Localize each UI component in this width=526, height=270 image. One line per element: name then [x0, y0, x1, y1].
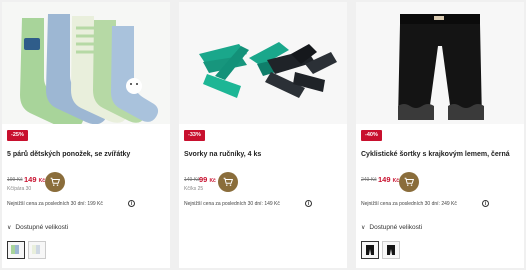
cart-icon — [404, 177, 414, 186]
variant-swatch[interactable] — [7, 241, 25, 259]
discount-badge: -33% — [184, 130, 205, 141]
product-title[interactable]: Cyklistické šortky s krajkovým lemem, če… — [361, 151, 510, 158]
old-price: 249 Kč — [361, 177, 377, 183]
info-icon[interactable]: i — [305, 200, 312, 207]
new-price: 149 Kč — [24, 175, 45, 184]
available-sizes-toggle[interactable]: ∨ Dostupné velikosti — [7, 224, 68, 231]
variant-swatch[interactable] — [382, 241, 400, 259]
add-to-cart-button[interactable] — [399, 172, 419, 192]
discount-badge: -40% — [361, 130, 382, 141]
available-sizes-label: Dostupné velikosti — [369, 224, 423, 231]
lowest-price-note: Nejnižší cena za posledních 30 dní: 199 … — [7, 201, 103, 207]
cart-icon — [223, 177, 233, 186]
new-price-currency: Kč — [209, 178, 216, 184]
lowest-price-note: Nejnižší cena za posledních 30 dní: 149 … — [184, 201, 280, 207]
product-image-clips[interactable] — [179, 2, 347, 124]
lowest-price-note: Nejnižší cena za posledních 30 dní: 249 … — [361, 201, 457, 207]
new-price-value: 149 — [24, 175, 37, 184]
available-sizes-toggle[interactable]: ∨ Dostupné velikosti — [361, 224, 422, 231]
new-price-value: 149 — [378, 175, 391, 184]
product-grid: -25% 5 párů dětských ponožek, se zvířátk… — [0, 0, 526, 270]
product-card-shorts[interactable]: -40% Cyklistické šortky s krajkovým leme… — [356, 2, 524, 268]
variant-swatches — [7, 241, 46, 259]
new-price-value: 99 — [199, 175, 208, 184]
unit-price: Kč/pára 30 — [7, 186, 32, 192]
product-title[interactable]: 5 párů dětských ponožek, se zvířátky — [7, 151, 130, 158]
add-to-cart-button[interactable] — [45, 172, 65, 192]
product-image-shorts[interactable] — [356, 2, 524, 124]
add-to-cart-button[interactable] — [218, 172, 238, 192]
variant-swatches — [361, 241, 400, 259]
variant-swatch[interactable] — [28, 241, 46, 259]
unit-price: Kč/ks 25 — [184, 186, 204, 192]
product-card-clips[interactable]: -33% Svorky na ručníky, 4 ks 149 Kč 99 K… — [179, 2, 347, 268]
price-row: 199 Kč 149 Kč Kč/pára 30 — [7, 172, 167, 194]
product-card-socks[interactable]: -25% 5 párů dětských ponožek, se zvířátk… — [2, 2, 170, 268]
old-price: 149 Kč — [184, 177, 200, 183]
cart-icon — [50, 177, 60, 186]
discount-badge: -25% — [7, 130, 28, 141]
chevron-down-icon: ∨ — [7, 225, 12, 231]
info-icon[interactable]: i — [128, 200, 135, 207]
info-icon[interactable]: i — [482, 200, 489, 207]
price-row: 149 Kč 99 Kč Kč/ks 25 — [184, 172, 344, 194]
new-price: 149 Kč — [378, 175, 399, 184]
new-price: 99 Kč — [199, 175, 216, 184]
variant-swatch[interactable] — [361, 241, 379, 259]
old-price: 199 Kč — [7, 177, 23, 183]
chevron-down-icon: ∨ — [361, 225, 366, 231]
price-row: 249 Kč 149 Kč — [361, 172, 521, 194]
product-image-socks[interactable] — [2, 2, 170, 124]
product-title[interactable]: Svorky na ručníky, 4 ks — [184, 151, 261, 158]
available-sizes-label: Dostupné velikosti — [15, 224, 69, 231]
